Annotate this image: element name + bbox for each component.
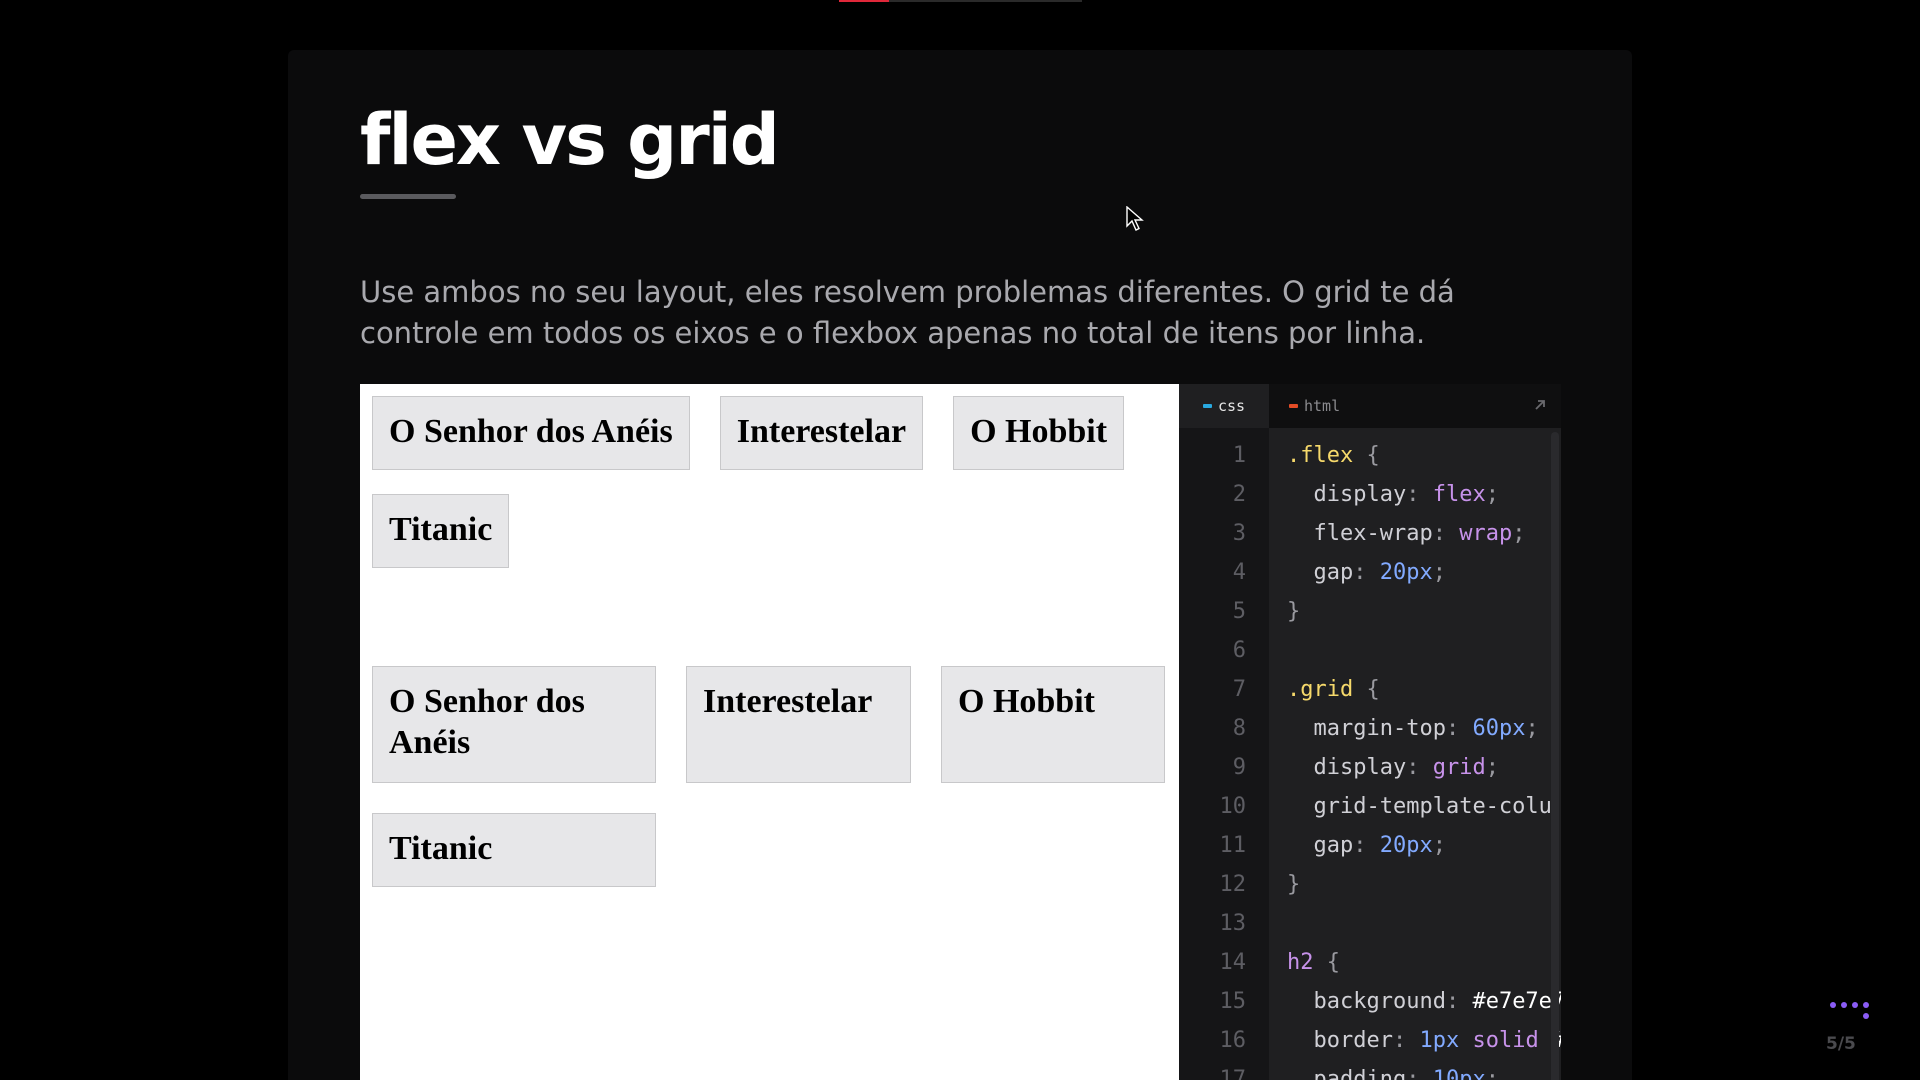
code-line: 13 xyxy=(1179,904,1561,943)
nav-dot xyxy=(1830,1002,1836,1008)
mouse-cursor-icon xyxy=(1126,205,1144,236)
grid-item: Titanic xyxy=(372,813,656,887)
line-code: display: grid; xyxy=(1313,755,1499,780)
code-line: 8 margin-top: 60px; xyxy=(1179,709,1561,748)
nav-dot xyxy=(1863,1002,1869,1008)
tab-label: css xyxy=(1218,397,1246,415)
line-code: .grid { xyxy=(1287,677,1380,702)
page-indicator: 5/5 xyxy=(1826,1034,1856,1054)
grid-item: O Senhor dos Anéis xyxy=(372,666,656,783)
line-code: .flex { xyxy=(1287,443,1380,468)
code-line: 1 .flex { xyxy=(1179,436,1561,475)
code-line: 11 gap: 20px; xyxy=(1179,826,1561,865)
line-number: 3 xyxy=(1232,521,1246,546)
expand-icon[interactable] xyxy=(1533,398,1547,412)
code-line: 12} xyxy=(1179,865,1561,904)
line-number: 5 xyxy=(1232,599,1246,624)
flex-item: O Senhor dos Anéis xyxy=(372,396,690,470)
flex-item: Titanic xyxy=(372,494,510,568)
tab-html[interactable]: html xyxy=(1269,384,1379,428)
line-code: grid-template-colu xyxy=(1313,794,1552,819)
code-line: 4 gap: 20px; xyxy=(1179,553,1561,592)
code-editor[interactable]: css html 1 .flex {2 display: flex; 3 flex-… xyxy=(1179,384,1561,1080)
nav-dot xyxy=(1852,1002,1858,1008)
line-number: 2 xyxy=(1232,482,1246,507)
line-code: padding: 10px; xyxy=(1313,1067,1499,1080)
tab-label: html xyxy=(1304,397,1341,415)
line-code: } xyxy=(1287,872,1301,897)
line-number: 16 xyxy=(1219,1028,1247,1053)
code-line: 17 padding: 10px; xyxy=(1179,1060,1561,1080)
line-number: 15 xyxy=(1219,989,1247,1014)
code-line: 16 border: 1px solid # xyxy=(1179,1021,1562,1060)
line-number: 13 xyxy=(1219,911,1247,936)
line-number: 11 xyxy=(1219,833,1247,858)
code-line: 14 h2 { xyxy=(1179,943,1561,982)
slide: flex vs grid Use ambos no seu layout, el… xyxy=(288,50,1632,1080)
grid-item: Interestelar xyxy=(686,666,911,783)
code-area[interactable]: 1 .flex {2 display: flex; 3 flex-wrap: wra… xyxy=(1179,436,1562,1080)
nav-dot xyxy=(1863,1013,1869,1019)
line-code: h2 { xyxy=(1287,950,1340,975)
title-underline xyxy=(360,194,456,199)
code-line: 9 display: grid; xyxy=(1179,748,1561,787)
line-number: 10 xyxy=(1219,794,1247,819)
code-line: 5} xyxy=(1179,592,1561,631)
slide-title: flex vs grid xyxy=(360,99,780,181)
line-number: 7 xyxy=(1232,677,1246,702)
tab-css[interactable]: css xyxy=(1179,384,1269,428)
line-number: 8 xyxy=(1232,716,1246,741)
code-line: 10 grid-template-colu xyxy=(1179,787,1561,826)
line-number: 4 xyxy=(1232,560,1246,585)
line-code: gap: 20px; xyxy=(1313,560,1446,585)
line-number: 1 xyxy=(1232,443,1246,468)
code-line: 3 flex-wrap: wrap; xyxy=(1179,514,1561,553)
tab-color-dot xyxy=(1289,404,1298,408)
line-code: } xyxy=(1287,599,1301,624)
line-code: gap: 20px; xyxy=(1313,833,1446,858)
code-line: 15 background: #e7e7e7 xyxy=(1179,982,1562,1021)
code-line: 7 .grid { xyxy=(1179,670,1561,709)
demo-preview: O Senhor dos Anéis Interestelar O Hobbit… xyxy=(360,384,1179,1080)
line-code: flex-wrap: wrap; xyxy=(1313,521,1526,546)
editor-scrollbar[interactable] xyxy=(1551,432,1559,1080)
line-code: margin-top: 60px; xyxy=(1313,716,1539,741)
nav-dot xyxy=(1841,1002,1847,1008)
slide-description: Use ambos no seu layout, eles resolvem p… xyxy=(360,275,1455,350)
tab-color-dot xyxy=(1203,404,1212,408)
code-line: 6 xyxy=(1179,631,1561,670)
line-code: display: flex; xyxy=(1313,482,1499,507)
line-number: 9 xyxy=(1232,755,1246,780)
flex-item: Interestelar xyxy=(719,396,924,470)
line-code: border: 1px solid # xyxy=(1313,1028,1562,1053)
progress-bar xyxy=(839,0,889,2)
line-number: 6 xyxy=(1232,638,1246,663)
grid-item: O Hobbit xyxy=(941,666,1165,783)
line-code: background: #e7e7e7 xyxy=(1313,989,1562,1014)
code-line: 2 display: flex; xyxy=(1179,475,1561,514)
line-number: 12 xyxy=(1219,872,1247,897)
line-number: 14 xyxy=(1219,950,1247,975)
editor-tabs: css html xyxy=(1179,384,1561,428)
grid-demo: O Senhor dos Anéis Interestelar O Hobbit… xyxy=(372,666,1167,887)
flex-item: O Hobbit xyxy=(953,396,1125,470)
line-number: 17 xyxy=(1219,1067,1247,1080)
flex-demo: O Senhor dos Anéis Interestelar O Hobbit… xyxy=(372,396,1167,568)
